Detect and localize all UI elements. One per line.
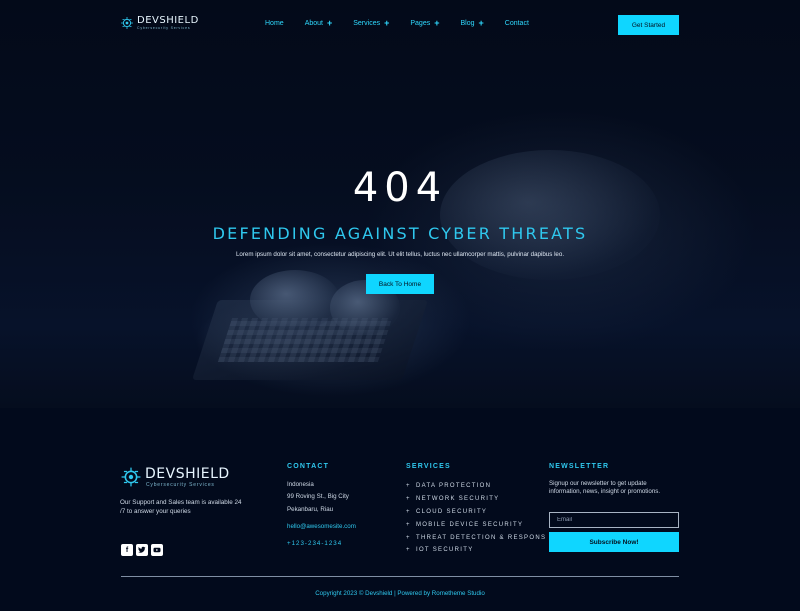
service-label: MOBILE DEVICE SECURITY	[416, 521, 524, 528]
error-code: 404	[352, 165, 448, 211]
contact-street: 99 Roving St., Big City	[287, 493, 349, 500]
footer-about-text: Our Support and Sales team is available …	[120, 499, 242, 515]
menu-item-label: Services	[353, 20, 381, 27]
contact-city: Pekanbaru, Riau	[287, 506, 334, 513]
youtube-icon[interactable]	[151, 544, 163, 556]
logo-tagline: Cybersecurity Services	[137, 26, 191, 30]
plus-icon: +	[406, 496, 411, 503]
newsletter-text: Signup our newsletter to get update info…	[549, 480, 661, 495]
back-to-home-button[interactable]: Back To Home	[366, 274, 434, 294]
list-item[interactable]: + CLOUD SECURITY	[406, 506, 546, 519]
menu-item-label: Blog	[460, 20, 475, 27]
top-nav: DEVSHIELD Cybersecurity Services Home Ab…	[0, 0, 800, 50]
facebook-icon[interactable]: f	[121, 544, 133, 556]
menu-item-label: About	[304, 20, 323, 27]
plus-icon: +	[406, 483, 411, 490]
contact-country: Indonesia	[287, 481, 314, 488]
newsletter-heading: NEWSLETTER	[549, 463, 610, 470]
service-label: NETWORK SECURITY	[416, 496, 500, 503]
contact-heading: CONTACT	[287, 463, 330, 470]
hero-section: 404 DEFENDING AGAINST CYBER THREATS Lore…	[0, 0, 800, 408]
menu-item-blog[interactable]: Blog +	[460, 19, 484, 28]
plus-icon: +	[406, 508, 411, 515]
get-started-button[interactable]: Get Started	[618, 15, 679, 35]
list-item[interactable]: + THREAT DETECTION & RESPONS	[406, 531, 546, 544]
main-menu: Home About + Services + Pages + Blog + Conta…	[265, 19, 550, 28]
menu-item-contact[interactable]: Contact	[505, 20, 529, 27]
plus-icon: +	[406, 547, 411, 554]
services-heading: SERVICES	[406, 463, 451, 470]
hero-title: DEFENDING AGAINST CYBER THREATS	[212, 224, 588, 243]
twitter-icon[interactable]	[136, 544, 148, 556]
logo[interactable]: DEVSHIELD Cybersecurity Services	[120, 15, 199, 30]
footer: DEVSHIELD Cybersecurity Services Our Sup…	[0, 408, 800, 611]
menu-item-services[interactable]: Services +	[353, 19, 389, 28]
menu-item-label: Pages	[410, 20, 431, 27]
logo-text-group: DEVSHIELD Cybersecurity Services	[142, 466, 230, 488]
list-item[interactable]: + DATA PROTECTION	[406, 480, 546, 493]
list-item[interactable]: + NETWORK SECURITY	[406, 493, 546, 506]
subscribe-button[interactable]: Subscribe Now!	[549, 532, 679, 552]
footer-logo[interactable]: DEVSHIELD Cybersecurity Services	[120, 466, 230, 488]
shield-chip-icon	[120, 466, 142, 488]
service-label: DATA PROTECTION	[416, 483, 492, 490]
menu-item-label: Home	[265, 20, 284, 27]
plus-icon[interactable]: +	[434, 19, 439, 28]
plus-icon[interactable]: +	[327, 19, 332, 28]
list-item[interactable]: + MOBILE DEVICE SECURITY	[406, 518, 546, 531]
plus-icon: +	[406, 534, 411, 541]
menu-item-about[interactable]: About +	[304, 19, 333, 28]
shield-chip-icon	[120, 16, 134, 30]
plus-icon: +	[406, 521, 411, 528]
logo-tagline: Cybersecurity Services	[146, 482, 215, 488]
menu-item-pages[interactable]: Pages +	[410, 19, 439, 28]
logo-text-group: DEVSHIELD Cybersecurity Services	[134, 15, 199, 30]
email-field[interactable]	[549, 512, 679, 528]
services-list: + DATA PROTECTION + NETWORK SECURITY + CLOU…	[406, 480, 546, 557]
service-label: THREAT DETECTION & RESPONS	[416, 534, 547, 541]
menu-item-home[interactable]: Home	[265, 20, 284, 27]
hero-text: Lorem ipsum dolor sit amet, consectetur …	[235, 251, 565, 258]
plus-icon[interactable]: +	[384, 19, 389, 28]
service-label: CLOUD SECURITY	[416, 508, 488, 515]
logo-wordmark: DEVSHIELD	[145, 466, 230, 482]
plus-icon[interactable]: +	[479, 19, 484, 28]
copyright-text: Copyright 2023 © Devshield | Powered by …	[315, 590, 485, 597]
service-label: IOT SECURITY	[416, 547, 474, 554]
list-item[interactable]: + IOT SECURITY	[406, 544, 546, 557]
contact-phone-link[interactable]: +123-234-1234	[287, 540, 342, 547]
footer-divider	[121, 576, 679, 577]
contact-email-link[interactable]: hello@awesomesite.com	[287, 523, 356, 530]
menu-item-label: Contact	[504, 20, 529, 27]
logo-wordmark: DEVSHIELD	[137, 15, 199, 26]
hand-image	[250, 270, 340, 330]
social-links: f	[121, 544, 166, 556]
